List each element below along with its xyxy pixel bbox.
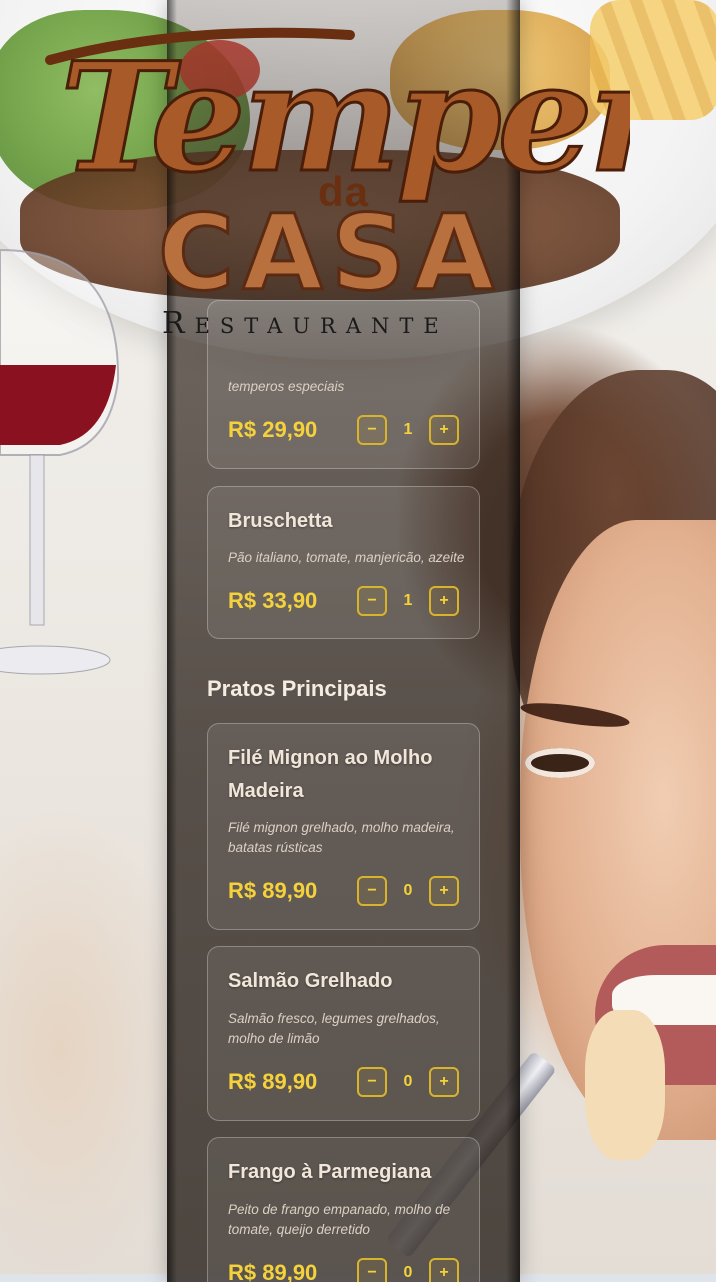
decrease-quantity-button[interactable]: − xyxy=(357,1067,387,1097)
menu-item-card: Bruschetta Pão italiano, tomate, manjeri… xyxy=(207,486,480,639)
menu-item-card: Filé Mignon ao Molho Madeira Filé mignon… xyxy=(207,723,480,930)
dish-price: R$ 33,90 xyxy=(228,588,318,613)
section-title: Pratos Principais xyxy=(207,676,387,701)
quantity-stepper: − 0 + xyxy=(357,876,459,906)
quantity-value: 0 xyxy=(403,1073,413,1090)
quantity-stepper: − 0 + xyxy=(357,1067,459,1097)
increase-quantity-button[interactable]: + xyxy=(429,876,459,906)
quantity-value: 1 xyxy=(403,592,413,609)
decrease-quantity-button[interactable]: − xyxy=(357,876,387,906)
increase-quantity-button[interactable]: + xyxy=(429,586,459,616)
dish-description: Pão italiano, tomate, manjericão, azeite xyxy=(228,550,465,565)
dish-price: R$ 89,90 xyxy=(228,1260,318,1282)
chicken-bite-image xyxy=(585,1010,665,1160)
menu-item-card: Frango à Parmegiana Peito de frango empa… xyxy=(207,1137,480,1282)
quantity-stepper: − 1 + xyxy=(357,586,459,616)
increase-quantity-button[interactable]: + xyxy=(429,1258,459,1282)
decrease-quantity-button[interactable]: − xyxy=(357,1258,387,1282)
dish-name: Bruschetta xyxy=(228,510,333,532)
decrease-quantity-button[interactable]: − xyxy=(357,415,387,445)
dish-description: Salmão fresco, legumes grelhados, molho … xyxy=(228,1011,440,1046)
dish-description: Filé mignon grelhado, molho madeira, bat… xyxy=(228,820,455,855)
dish-name: Filé Mignon ao Molho Madeira xyxy=(228,747,433,802)
dish-description: temperos especiais xyxy=(228,379,345,394)
quantity-value: 1 xyxy=(403,421,413,438)
dish-name: Frango à Parmegiana xyxy=(228,1161,432,1183)
decrease-quantity-button[interactable]: − xyxy=(357,586,387,616)
logo-casa-text: CASA xyxy=(156,191,503,316)
menu-item-card: Salmão Grelhado Salmão fresco, legumes g… xyxy=(207,946,480,1121)
dish-price: R$ 89,90 xyxy=(228,878,318,903)
dish-description: Peito de frango empanado, molho de tomat… xyxy=(228,1202,451,1237)
increase-quantity-button[interactable]: + xyxy=(429,415,459,445)
dish-price: R$ 89,90 xyxy=(228,1069,318,1094)
dish-price: R$ 29,90 xyxy=(228,417,318,442)
restaurant-logo: Tempero da CASA Restaurante xyxy=(0,0,716,350)
logo-subtitle: Restaurante xyxy=(162,306,449,341)
increase-quantity-button[interactable]: + xyxy=(429,1067,459,1097)
quantity-stepper: − 0 + xyxy=(357,1258,459,1282)
quantity-value: 0 xyxy=(403,882,413,899)
dish-name: Salmão Grelhado xyxy=(228,970,393,992)
quantity-value: 0 xyxy=(403,1264,413,1281)
woman-eye-image xyxy=(525,748,595,778)
quantity-stepper: − 1 + xyxy=(357,415,459,445)
